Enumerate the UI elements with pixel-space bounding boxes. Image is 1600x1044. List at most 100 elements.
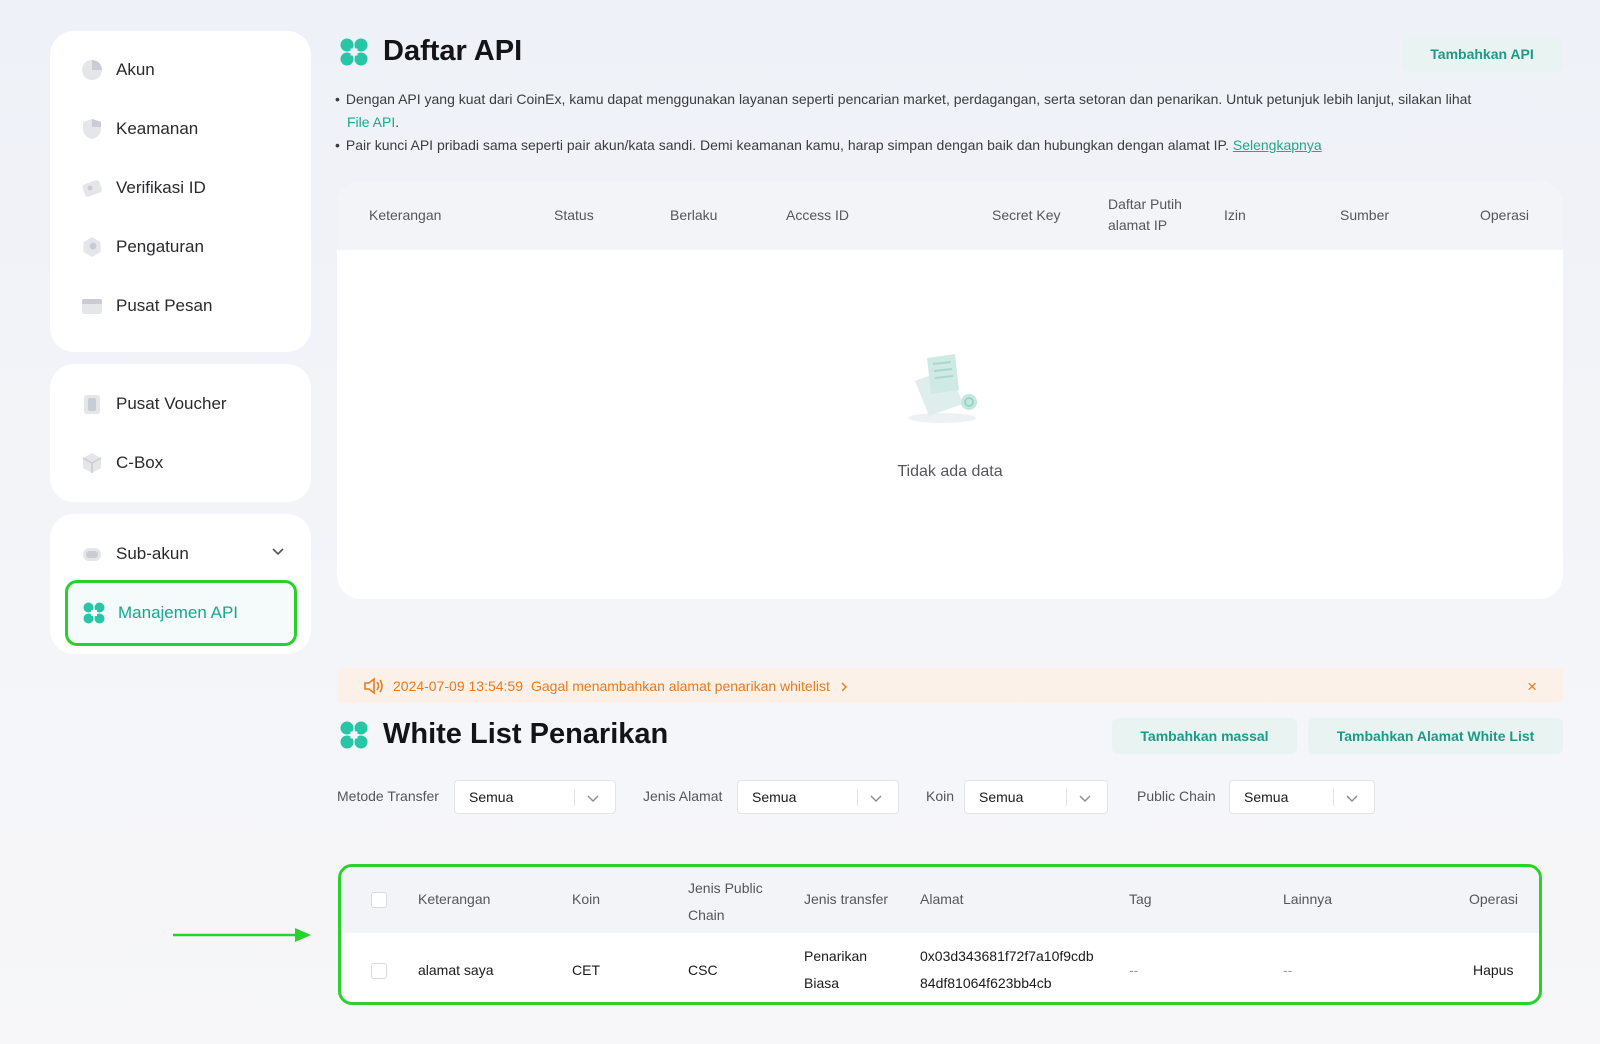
bulk-add-button[interactable]: Tambahkan massal	[1112, 718, 1297, 754]
sidebar-item-sub-akun[interactable]: Sub-akun	[66, 529, 304, 579]
col-whitelist-ip: Daftar Putih alamat IP	[1108, 194, 1182, 236]
learn-more-link[interactable]: Selengkapnya	[1233, 137, 1322, 153]
chevron-right-icon	[838, 680, 850, 692]
filter-select-koin[interactable]: Semua	[964, 780, 1108, 814]
cell-alamat-line1: 0x03d343681f72f7a10f9cdb	[920, 948, 1094, 964]
whitelist-table-header: Keterangan Koin Jenis Public Chain Jenis…	[341, 867, 1539, 933]
whitelist-table: Keterangan Koin Jenis Public Chain Jenis…	[338, 864, 1542, 1005]
api-info-bullet-2: • Pair kunci API pribadi sama seperti pai…	[335, 137, 1322, 153]
whitelist-section-header: White List Penarikan	[339, 718, 668, 751]
col-whitelist-line2: alamat IP	[1108, 217, 1168, 233]
sidebar-item-verifikasi[interactable]: Verifikasi ID	[66, 163, 304, 213]
api-brand-icon	[339, 37, 369, 67]
message-icon	[80, 294, 104, 318]
cell-transfer-line1: Penarikan	[804, 948, 868, 964]
pie-chart-icon	[80, 58, 104, 82]
sidebar-item-pusat-pesan[interactable]: Pusat Pesan	[66, 281, 304, 331]
col-public-chain: Jenis Public Chain	[688, 875, 763, 929]
sidebar-item-label: Pusat Pesan	[116, 296, 213, 315]
sidebar-item-pusat-voucher[interactable]: Pusat Voucher	[66, 379, 304, 429]
api-info-text-1: Dengan API yang kuat dari CoinEx, kamu d…	[345, 91, 1472, 107]
select-divider	[1333, 789, 1334, 806]
col-keterangan: Keterangan	[369, 207, 442, 223]
chevron-down-icon	[585, 790, 601, 806]
chevron-down-icon	[1344, 790, 1360, 806]
sidebar-item-label: Akun	[116, 60, 155, 79]
delete-link[interactable]: Hapus	[1473, 957, 1513, 984]
api-info-text-2: Pair kunci API pribadi sama seperti pair…	[345, 137, 1229, 153]
sidebar-item-keamanan[interactable]: Keamanan	[66, 104, 304, 154]
sidebar-item-label: Verifikasi ID	[116, 178, 206, 197]
cell-alamat: 0x03d343681f72f7a10f9cdb 84df81064f623bb…	[920, 943, 1094, 997]
chevron-down-icon	[1077, 790, 1093, 806]
col-chain-line1: Jenis Public	[688, 880, 763, 896]
api-table-header: Keterangan Status Berlaku Access ID Secr…	[337, 181, 1563, 250]
sidebar-item-label: Pengaturan	[116, 237, 204, 256]
api-icon	[82, 601, 106, 625]
select-value: Semua	[1244, 789, 1289, 805]
sidebar-item-label: Pusat Voucher	[116, 394, 227, 413]
select-divider	[574, 789, 575, 806]
col-operasi: Operasi	[1480, 207, 1530, 223]
col-whitelist-line1: Daftar Putih	[1108, 196, 1182, 212]
empty-state-illustration	[897, 346, 987, 426]
sidebar-card-main: Akun Keamanan Verifikasi ID Pengaturan P…	[50, 31, 311, 352]
api-section-header: Daftar API	[339, 35, 522, 68]
sub-account-icon	[80, 542, 104, 566]
select-divider	[857, 789, 858, 806]
select-divider	[1066, 789, 1067, 806]
select-all-checkbox[interactable]	[371, 892, 387, 908]
whitelist-brand-icon	[339, 720, 369, 750]
api-table: Keterangan Status Berlaku Access ID Secr…	[337, 181, 1563, 599]
cell-tag: --	[1129, 962, 1139, 978]
filter-label-metode: Metode Transfer	[337, 788, 439, 804]
row-checkbox[interactable]	[371, 963, 387, 979]
col-secret-key: Secret Key	[992, 207, 1061, 223]
filter-label-jenis-alamat: Jenis Alamat	[643, 788, 723, 804]
add-whitelist-address-button[interactable]: Tambahkan Alamat White List	[1308, 718, 1563, 754]
col-tag: Tag	[1129, 891, 1152, 907]
sidebar-card-rewards: Pusat Voucher C-Box	[50, 364, 311, 502]
file-api-link[interactable]: File API	[347, 114, 395, 130]
voucher-icon	[80, 392, 104, 416]
table-row: alamat saya CET CSC Penarikan Biasa 0x03…	[341, 933, 1539, 1002]
filter-select-public-chain[interactable]: Semua	[1229, 780, 1375, 814]
sidebar-item-label: Manajemen API	[118, 603, 239, 622]
filter-select-jenis-alamat[interactable]: Semua	[737, 780, 899, 814]
col-chain-line2: Chain	[688, 907, 725, 923]
select-value: Semua	[752, 789, 797, 805]
sidebar-item-akun[interactable]: Akun	[66, 45, 304, 95]
sidebar-item-pengaturan[interactable]: Pengaturan	[66, 222, 304, 272]
close-icon[interactable]: ×	[1527, 677, 1537, 697]
sidebar-item-label: Sub-akun	[116, 544, 189, 563]
select-value: Semua	[979, 789, 1024, 805]
settings-icon	[80, 235, 104, 259]
col-alamat: Alamat	[920, 891, 964, 907]
sidebar-item-manajemen-api[interactable]: Manajemen API	[65, 580, 297, 646]
cell-jenis-transfer: Penarikan Biasa	[804, 943, 867, 997]
cell-chain: CSC	[688, 962, 718, 978]
api-info-end: .	[395, 114, 400, 130]
notice-timestamp: 2024-07-09 13:54:59	[393, 677, 523, 694]
filter-label-koin: Koin	[926, 788, 955, 804]
col-sumber: Sumber	[1340, 207, 1390, 223]
notice-bar[interactable]: 2024-07-09 13:54:59 Gagal menambahkan al…	[337, 668, 1563, 703]
col-status: Status	[554, 207, 594, 223]
cell-koin: CET	[572, 962, 600, 978]
add-api-button[interactable]: Tambahkan API	[1402, 36, 1562, 72]
empty-state-text: Tidak ada data	[897, 463, 1003, 480]
cell-alamat-line2: 84df81064f623bb4cb	[920, 975, 1052, 991]
sidebar-item-label: C-Box	[116, 453, 164, 472]
filter-select-metode[interactable]: Semua	[454, 780, 616, 814]
speaker-icon	[363, 676, 385, 695]
col-berlaku: Berlaku	[670, 207, 718, 223]
notice-message[interactable]: Gagal menambahkan alamat penarikan white…	[531, 678, 830, 694]
sidebar-item-cbox[interactable]: C-Box	[66, 438, 304, 488]
box-icon	[80, 451, 104, 475]
chevron-down-icon[interactable]	[270, 543, 286, 559]
cell-keterangan: alamat saya	[418, 962, 494, 978]
cell-lainnya: --	[1283, 962, 1293, 978]
sidebar-card-api: Sub-akun Manajemen API	[50, 514, 311, 654]
filter-label-public-chain: Public Chain	[1137, 788, 1216, 804]
col-jenis-transfer: Jenis transfer	[804, 891, 889, 907]
